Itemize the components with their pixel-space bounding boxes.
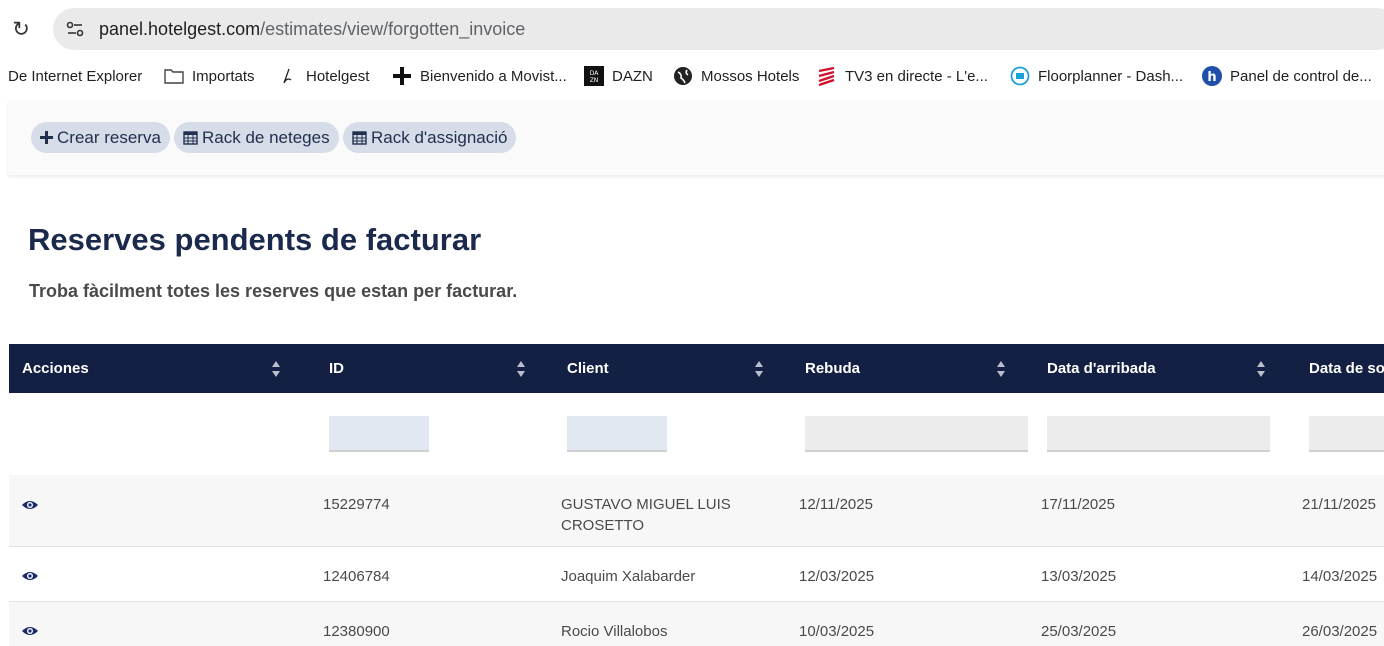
address-bar[interactable]: panel.hotelgest.com/estimates/view/forgo… — [53, 8, 1384, 50]
svg-text:DA: DA — [590, 70, 600, 77]
site-settings-icon[interactable] — [65, 19, 85, 39]
sortida-filter-input[interactable] — [1309, 416, 1384, 452]
arribada-filter-input[interactable] — [1047, 416, 1270, 452]
cell-sortida: 21/11/2025 — [1302, 496, 1376, 513]
url-text: panel.hotelgest.com/estimates/view/forgo… — [99, 19, 525, 40]
header-label: Data de so — [1309, 360, 1384, 377]
bookmark-label: Importats — [192, 67, 255, 85]
plus-icon — [392, 66, 412, 86]
bookmark-internet-explorer[interactable]: De Internet Explorer — [8, 65, 142, 87]
rebuda-filter-input[interactable] — [805, 416, 1028, 452]
bookmark-tv3[interactable]: TV3 en directe - L'e... — [817, 65, 988, 87]
column-header-acciones[interactable]: Acciones — [22, 344, 89, 393]
view-eye-icon[interactable] — [21, 569, 39, 583]
sort-icon[interactable] — [996, 360, 1006, 378]
cell-sortida: 26/03/2025 — [1302, 623, 1378, 640]
button-label: Rack d'assignació — [371, 127, 508, 147]
header-label: ID — [329, 360, 344, 377]
svg-text:ZN: ZN — [590, 77, 599, 84]
column-header-data-sortida[interactable]: Data de so — [1309, 344, 1384, 393]
button-label: Crear reserva — [57, 127, 161, 147]
sort-icon[interactable] — [1256, 360, 1266, 378]
h-icon: h — [1202, 66, 1222, 86]
cell-sortida: 14/03/2025 — [1302, 568, 1378, 585]
bookmark-label: Mossos Hotels — [701, 67, 800, 85]
rack-neteges-button[interactable]: Rack de neteges — [174, 122, 339, 153]
bookmarks-bar: De Internet Explorer Importats Hotelgest… — [0, 60, 1384, 92]
plus-icon — [40, 131, 53, 144]
globe-icon — [673, 66, 693, 86]
rack-assignacio-button[interactable]: Rack d'assignació — [343, 122, 517, 153]
cell-rebuda: 12/03/2025 — [799, 568, 875, 585]
table-row: 15229774 GUSTAVO MIGUEL LUIS CROSETTO 12… — [9, 475, 1384, 547]
cell-client: Rocio Villalobos — [561, 623, 668, 640]
cell-rebuda: 12/11/2025 — [799, 496, 873, 513]
tv3-icon — [817, 66, 837, 86]
bookmark-label: Floorplanner - Dash... — [1038, 67, 1184, 85]
cell-id: 12380900 — [323, 623, 390, 640]
sort-icon[interactable] — [271, 360, 281, 378]
filter-row — [9, 393, 1384, 476]
cell-client: Joaquim Xalabarder — [561, 568, 696, 585]
view-eye-icon[interactable] — [21, 498, 39, 512]
view-eye-icon[interactable] — [21, 624, 39, 638]
app-toolbar: Crear reserva Rack de neteges Rack d'ass… — [8, 100, 1384, 175]
bookmark-mossos-hotels[interactable]: Mossos Hotels — [673, 65, 799, 87]
header-label: Client — [567, 360, 609, 377]
cell-rebuda: 10/03/2025 — [799, 623, 875, 640]
page-title: Reserves pendents de facturar — [28, 222, 482, 257]
browser-address-row: ↻ panel.hotelgest.com/estimates/view/for… — [0, 0, 1384, 60]
bookmark-dazn[interactable]: DA ZN DAZN — [584, 65, 653, 87]
hotelgest-icon — [280, 66, 294, 86]
cell-arribada: 17/11/2025 — [1041, 496, 1115, 513]
url-host: panel.hotelgest.com — [99, 19, 261, 39]
calendar-icon — [183, 130, 198, 145]
cell-client: GUSTAVO MIGUEL LUIS CROSETTO — [561, 496, 731, 534]
sort-icon[interactable] — [516, 360, 526, 378]
sort-icon[interactable] — [754, 360, 764, 378]
svg-text:h: h — [1207, 70, 1216, 85]
bookmark-floorplanner[interactable]: Floorplanner - Dash... — [1010, 65, 1183, 87]
dazn-icon: DA ZN — [584, 66, 604, 86]
folder-icon — [164, 66, 184, 86]
header-label: Acciones — [22, 360, 89, 377]
bookmark-hotelgest[interactable]: Hotelgest — [280, 65, 369, 87]
bookmark-importats[interactable]: Importats — [164, 65, 255, 87]
url-path: /estimates/view/forgotten_invoice — [260, 19, 526, 39]
floorplanner-icon — [1010, 66, 1030, 86]
button-label: Rack de neteges — [202, 127, 330, 147]
calendar-icon — [352, 130, 367, 145]
cell-id: 15229774 — [323, 496, 390, 513]
column-header-client[interactable]: Client — [567, 344, 609, 393]
header-label: Data d'arribada — [1047, 360, 1156, 377]
cell-id: 12406784 — [323, 568, 390, 585]
bookmark-label: Panel de control de... — [1230, 67, 1372, 85]
column-header-rebuda[interactable]: Rebuda — [805, 344, 860, 393]
bookmark-label: DAZN — [612, 67, 653, 85]
reservations-table: Acciones ID Client Rebuda Data d'arribad… — [9, 344, 1384, 646]
crear-reserva-button[interactable]: Crear reserva — [31, 122, 170, 153]
reload-icon[interactable]: ↻ — [10, 18, 32, 40]
bookmark-label: TV3 en directe - L'e... — [845, 67, 988, 85]
column-header-id[interactable]: ID — [329, 344, 344, 393]
client-filter-input[interactable] — [567, 416, 667, 452]
table-header: Acciones ID Client Rebuda Data d'arribad… — [9, 344, 1384, 393]
bookmark-label: Bienvenido a Movist... — [420, 67, 567, 85]
bookmark-movistar[interactable]: Bienvenido a Movist... — [392, 65, 567, 87]
page-subtitle: Troba fàcilment totes les reserves que e… — [29, 281, 518, 301]
column-header-data-arribada[interactable]: Data d'arribada — [1047, 344, 1156, 393]
table-row: 12380900 Rocio Villalobos 10/03/2025 25/… — [9, 602, 1384, 646]
cell-arribada: 13/03/2025 — [1041, 568, 1117, 585]
bookmark-label: De Internet Explorer — [8, 67, 143, 85]
table-row: 12406784 Joaquim Xalabarder 12/03/2025 1… — [9, 547, 1384, 602]
header-label: Rebuda — [805, 360, 861, 377]
bookmark-label: Hotelgest — [306, 67, 370, 85]
cell-arribada: 25/03/2025 — [1041, 623, 1117, 640]
bookmark-panel-control[interactable]: h Panel de control de... — [1202, 65, 1372, 87]
id-filter-input[interactable] — [329, 416, 429, 452]
